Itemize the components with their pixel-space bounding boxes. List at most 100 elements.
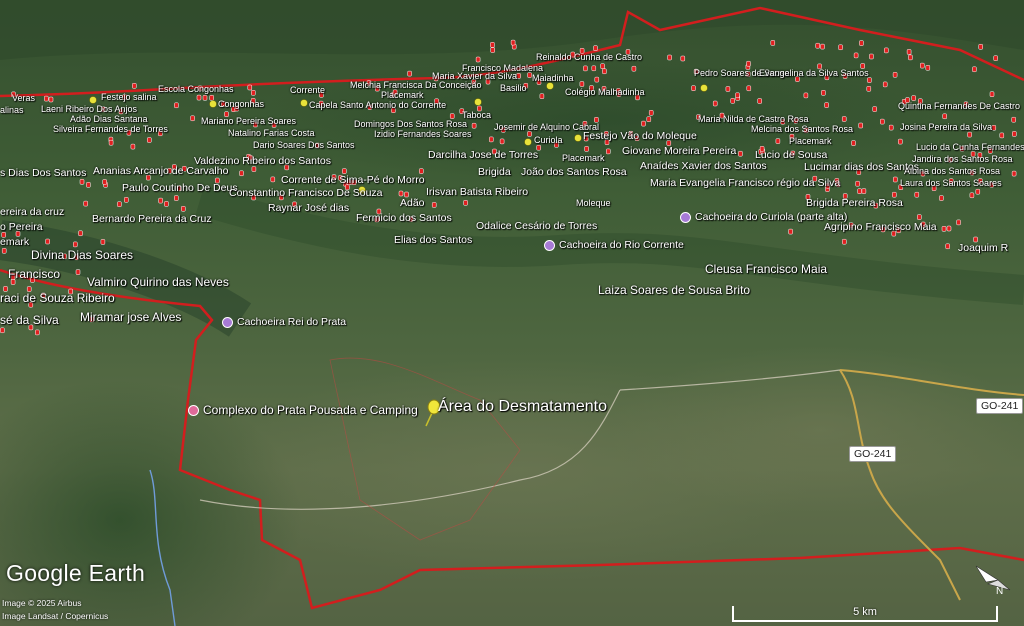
place-label[interactable]: Curiola (534, 136, 563, 145)
place-label[interactable]: Joaquim R (958, 243, 1008, 254)
placemark-icon (174, 195, 179, 201)
place-label[interactable]: Maria Evangelia Francisco régio da Silva (650, 178, 840, 189)
placemark-icon (490, 42, 495, 48)
place-label[interactable]: Lucimar dias dos Santos (804, 162, 919, 173)
place-label[interactable]: Corrente de Sima-Pé do Morro (281, 175, 425, 186)
place-label[interactable]: Taboca (462, 111, 491, 120)
place-label[interactable]: Laura dos Santos Soares (900, 179, 1002, 188)
place-label[interactable]: Escola Congonhas (158, 85, 234, 94)
place-label[interactable]: Giovane Moreira Pereira (622, 146, 736, 157)
place-label[interactable]: João dos Santos Rosa (521, 167, 627, 178)
place-label[interactable]: Capela Santo Antonio do Corrente (309, 101, 446, 110)
compass-icon[interactable]: N (972, 560, 1016, 596)
place-label[interactable]: Paulo Coutinho De Deus (122, 183, 238, 194)
place-label[interactable]: Valmiro Quirino das Neves (87, 276, 229, 288)
place-label[interactable]: sé da Silva (0, 314, 59, 326)
place-label[interactable]: Domingos Dos Santos Rosa (354, 120, 467, 129)
placemark-icon (463, 200, 468, 206)
place-label[interactable]: Maiadinha (532, 74, 574, 83)
place-label[interactable]: Laeni Ribeiro Dos Anjos (41, 105, 137, 114)
place-label[interactable]: Odalice Cesário de Torres (476, 221, 597, 232)
place-label[interactable]: Festejo Vão do Moleque (583, 131, 697, 142)
place-label[interactable]: Francisco (8, 268, 60, 280)
place-label[interactable]: Cleusa Francisco Maia (705, 263, 827, 275)
place-label[interactable]: Evangelina da Silva Santos (759, 69, 869, 78)
placemark-icon (969, 192, 975, 199)
deforestation-area-label[interactable]: Área do Desmatamento (438, 399, 607, 415)
place-label[interactable]: Silveira Fernandes de Torres (53, 125, 168, 134)
placemark-icon (45, 238, 50, 245)
place-label[interactable]: Adão Dias Santana (70, 115, 148, 124)
poi-waterfall[interactable]: Cachoeira Rei do Prata (222, 316, 346, 328)
place-label[interactable]: Placemark (789, 137, 832, 146)
placemark-icon (79, 179, 85, 185)
poi-waterfall[interactable]: Cachoeira do Curiola (parte alta) (680, 211, 847, 223)
placemark-icon (946, 225, 952, 232)
poi-waterfall[interactable]: Cachoeira do Rio Corrente (544, 239, 684, 251)
place-label[interactable]: Josina Pereira da Silva (900, 123, 992, 132)
place-label[interactable]: Maria Xavier da Silva (432, 72, 517, 81)
place-label[interactable]: Ananias Arcanjo de Carvalho (93, 166, 228, 177)
place-label[interactable]: Raynar José dias (268, 203, 349, 214)
place-label[interactable]: Brigida Pereira Rosa (806, 198, 903, 209)
poi-lodging[interactable]: Complexo do Prata Pousada e Camping (188, 403, 418, 417)
placemark-icon (398, 190, 404, 197)
place-label[interactable]: Fermicio dos Santos (356, 213, 452, 224)
place-label[interactable]: Albina dos Santos Rosa (904, 167, 1000, 176)
placemark-icon (489, 136, 494, 143)
placemark-icon (861, 188, 867, 194)
place-label[interactable]: Anaídes Xavier dos Santos (640, 161, 767, 172)
map-view[interactable]: Festejo salina Escola Congonhas Laeni Ri… (0, 0, 1024, 626)
place-label[interactable]: Corrente (290, 86, 325, 95)
placemark-icon (516, 73, 521, 79)
place-label[interactable]: Melchia Francisca Da Conceição (350, 81, 482, 90)
place-label[interactable]: Reinaldo Cunha de Castro (536, 53, 642, 62)
placemark-icon (108, 139, 114, 146)
place-label[interactable]: Colégio Malhadinha (565, 88, 645, 97)
place-label[interactable]: Bernardo Pereira da Cruz (92, 214, 212, 225)
place-label[interactable]: Miramar jose Alves (80, 311, 181, 323)
place-label[interactable]: alinas (0, 106, 24, 115)
place-label[interactable]: Placemark (562, 154, 605, 163)
placemark-icon (859, 40, 864, 46)
placemark-icon (132, 83, 137, 89)
placemark-icon (867, 77, 872, 83)
place-label[interactable]: Basilio (500, 84, 527, 93)
place-label[interactable]: o Pereira (0, 222, 43, 233)
place-label[interactable]: Brigida (478, 167, 511, 178)
place-label[interactable]: Izidio Fernandes Soares (374, 130, 472, 139)
placemark-icon (725, 86, 731, 92)
place-label[interactable]: Veras (12, 94, 35, 103)
place-label[interactable]: Lucio de Sousa (755, 150, 827, 161)
placemark-icon (770, 40, 776, 46)
place-label[interactable]: Constantino Francisco De Souza (229, 188, 383, 199)
place-label[interactable]: s Dias Dos Santos (0, 168, 86, 179)
place-label[interactable]: Adão (400, 198, 425, 209)
place-label[interactable]: Divina Dias Soares (31, 249, 133, 261)
place-label[interactable]: Irisvan Batista Ribeiro (426, 187, 528, 198)
place-label[interactable]: Dario Soares Dos Santos (253, 141, 355, 150)
place-label[interactable]: Quintina Fernandes De Castro (898, 102, 1020, 111)
place-label[interactable]: Melcina dos Santos Rosa (751, 125, 853, 134)
place-label[interactable]: Moleque (576, 199, 611, 208)
place-label[interactable]: Agripino Francisco Maia (824, 222, 937, 233)
place-label[interactable]: ereira da cruz (0, 207, 64, 218)
place-label[interactable]: Congonhas (218, 100, 264, 109)
place-label[interactable]: Jandira dos Santos Rosa (912, 155, 1013, 164)
placemark-icon (975, 188, 981, 195)
place-label[interactable]: Festejo salina (101, 93, 157, 102)
place-label[interactable]: Laiza Soares de Sousa Brito (598, 284, 750, 296)
place-label[interactable]: Mariano Pereira Soares (201, 117, 296, 126)
place-label[interactable]: Placemark (381, 91, 424, 100)
place-label[interactable]: emark (0, 237, 29, 248)
image-credit: Image Landsat / Copernicus (2, 611, 109, 621)
placemark-icon (803, 92, 809, 99)
placemark-icon (251, 166, 257, 172)
place-label[interactable]: Elias dos Santos (394, 235, 472, 246)
place-label[interactable]: Natalino Farias Costa (228, 129, 315, 138)
place-label[interactable]: Maria Nilda de Castro Rosa (698, 115, 809, 124)
place-label[interactable]: Darcilha Jose de Torres (428, 150, 538, 161)
place-label[interactable]: raci de Souza Ribeiro (0, 292, 115, 304)
placemark-icon (757, 98, 762, 104)
place-label[interactable]: Lucio da Cunha Fernandes (916, 143, 1024, 152)
